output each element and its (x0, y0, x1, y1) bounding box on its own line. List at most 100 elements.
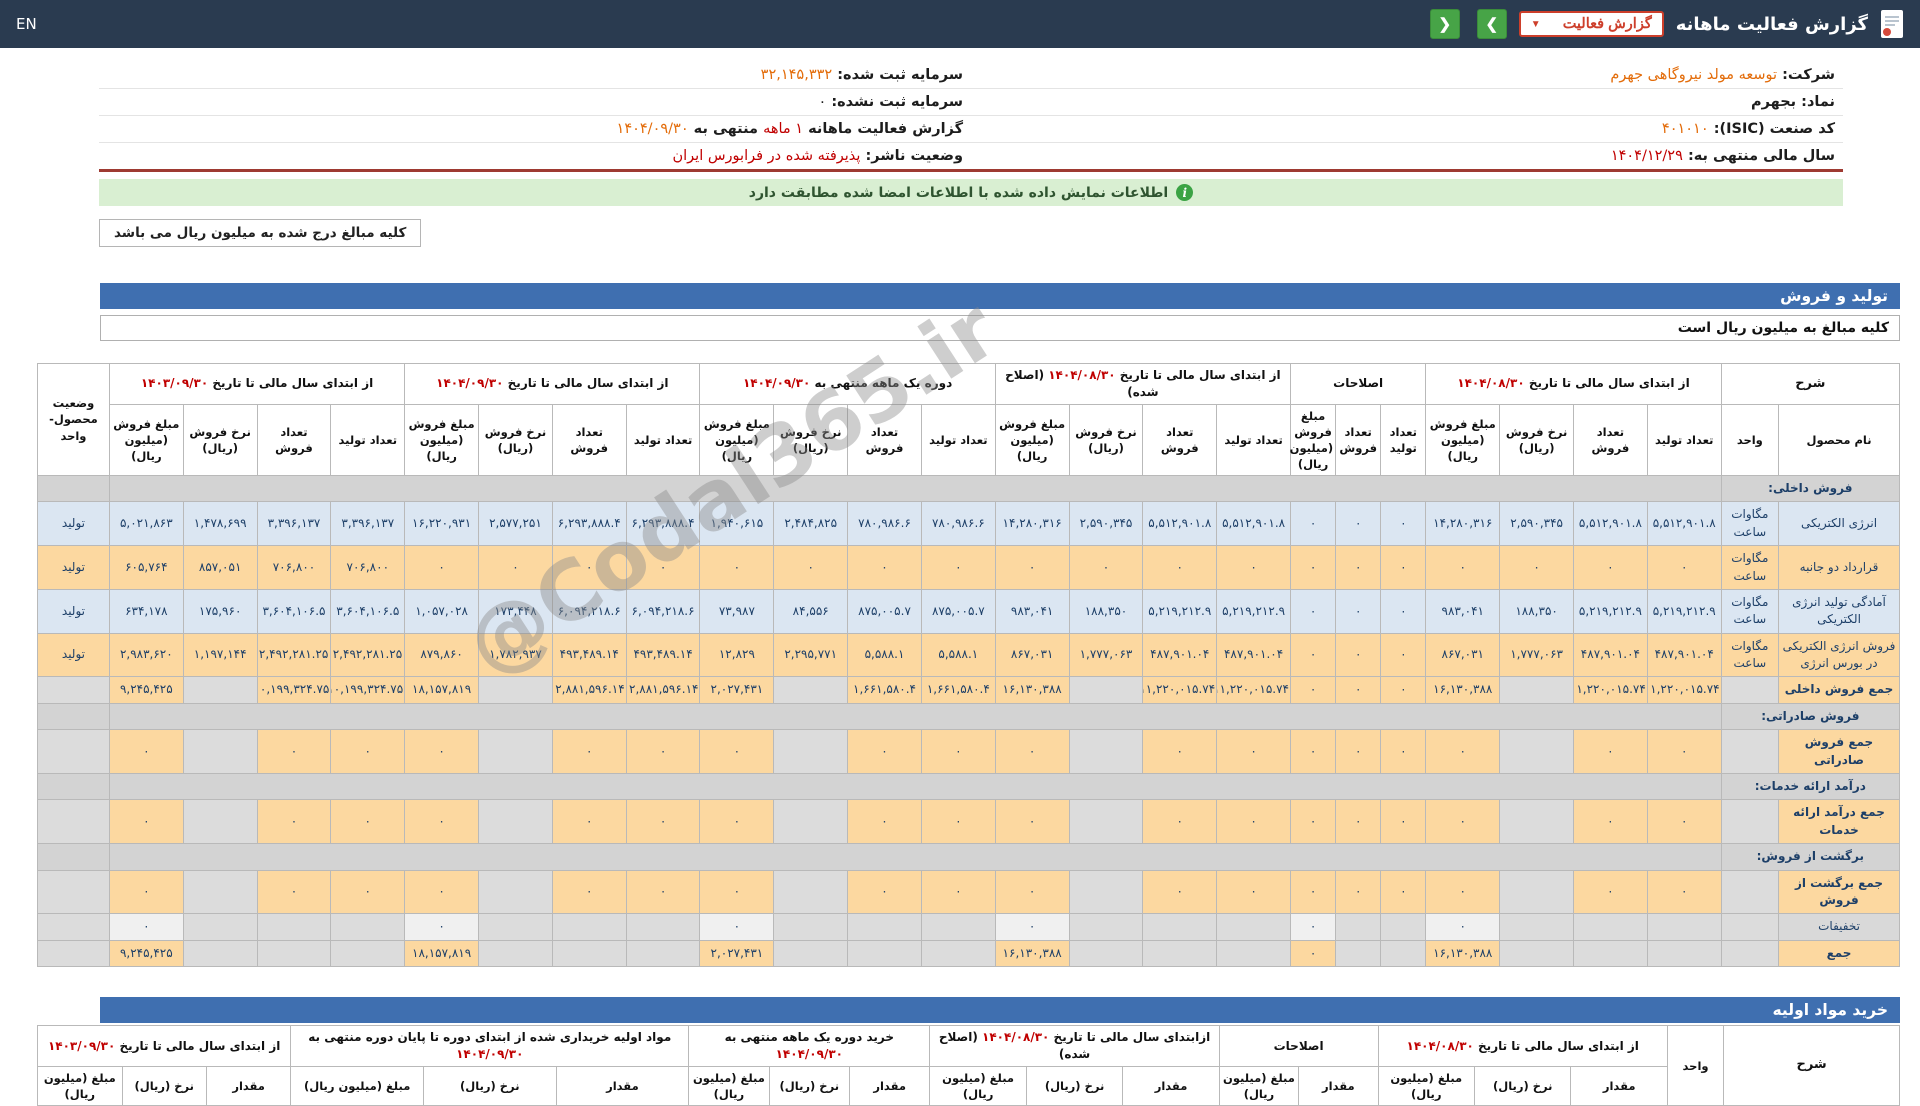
column-group-header: از ابتدای سال مالی تا تاریخ ۱۴۰۴/۰۸/۳۰ (… (994, 363, 1292, 405)
value-cell (256, 913, 332, 941)
info-value: بجهرم (1750, 94, 1797, 110)
value-cell: ۱۸,۱۵۷,۸۱۹ (404, 939, 480, 968)
value-cell: ۰ (108, 869, 184, 915)
value-cell: ۰ (551, 729, 627, 775)
info-cell: سال مالی منتهی به: ۱۴۰۴/۱۲/۲۹ (971, 143, 1843, 171)
product-name-header: نام محصول (1778, 403, 1900, 476)
section-label: فروش داخلی: (1720, 474, 1901, 503)
value-cell: ۰ (625, 545, 701, 590)
value-cell: ۰ (625, 799, 701, 845)
info-row: شرکت: توسعه مولد نیروگاهی جهرم سرمایه ثبت… (99, 62, 1843, 89)
value-cell: ۱,۷۸۲,۹۳۷ (478, 632, 553, 678)
value-cell (847, 939, 922, 968)
value-cell: ۵,۲۱۹,۲۱۲.۹ (1216, 588, 1291, 634)
sub-column-header: مبلغ (میلیون ریال) (1377, 1065, 1476, 1106)
value-cell: ۰ (330, 729, 406, 775)
info-value[interactable]: ۳۲,۱۴۵,۳۳۲ (761, 67, 833, 83)
unit-cell: مگاوات ساعت (1720, 501, 1780, 547)
info-label: منتهی به (688, 121, 764, 137)
section-fill (37, 773, 110, 801)
value-cell: ۰ (108, 729, 184, 775)
info-row: نماد: بجهرم سرمایه ثبت نشده: ۰ (99, 88, 1843, 116)
unit-cell: مگاوات ساعت (1720, 588, 1780, 634)
value-cell: ۹,۲۴۵,۴۲۵ (108, 676, 184, 704)
column-group-header: از ابتدای سال مالی تا تاریخ ۱۴۰۴/۰۸/۳۰ (1377, 1025, 1668, 1067)
report-type-dropdown[interactable]: گزارش فعالیت ▼ (1518, 11, 1664, 37)
value-cell: ۰ (1335, 729, 1382, 775)
unit-cell (1720, 729, 1780, 775)
product-status-cell: تولید (37, 501, 110, 547)
company-info-table: شرکت: توسعه مولد نیروگاهی جهرم سرمایه ثبت… (99, 62, 1843, 172)
value-cell (1499, 939, 1574, 968)
value-cell (1499, 676, 1574, 704)
info-value[interactable]: توسعه مولد نیروگاهی جهرم (1610, 67, 1777, 83)
value-cell: ۳,۶۰۴,۱۰۶.۵ (330, 588, 406, 634)
value-cell: ۸۶۷,۰۳۱ (1425, 632, 1501, 678)
sub-column-header: مقدار (205, 1065, 292, 1106)
report-icon (1880, 9, 1904, 39)
value-cell: ۵,۵۱۲,۹۰۱.۸ (1573, 501, 1648, 547)
sub-column-header: مبلغ فروش (میلیون ریال) (994, 403, 1070, 476)
signature-match-text: اطلاعات نمایش داده شده با اطلاعات امضا ش… (748, 184, 1169, 201)
value-cell: ۷۳,۹۸۷ (699, 588, 775, 634)
value-cell: ۰ (1573, 545, 1648, 590)
value-cell: ۰ (847, 799, 922, 845)
value-cell: ۰ (256, 799, 332, 845)
value-cell (1499, 799, 1574, 845)
value-cell: ۰ (1425, 545, 1501, 590)
unit-cell (1720, 799, 1780, 845)
product-name-cell: جمع (1778, 939, 1900, 968)
value-cell: ۰ (994, 545, 1070, 590)
value-cell: ۵,۵۱۲,۹۰۱.۸ (1216, 501, 1291, 547)
value-cell: ۱۲,۸۲۹ (699, 632, 775, 678)
table-row: جمع فروش داخلی ۱۱,۲۲۰,۰۱۵.۷۴ ۱۱,۲۲۰,۰۱۵.۷۴… (37, 676, 1900, 704)
value-cell: ۲,۴۹۲,۲۸۱.۲۵ (256, 632, 332, 678)
value-cell: ۶۳۴,۱۷۸ (108, 588, 184, 634)
value-cell (1068, 939, 1144, 968)
info-label: سال مالی منتهی به: (1682, 148, 1835, 164)
sub-column-header: نرخ فروش (ریال) (478, 403, 553, 476)
value-cell: ۲,۵۹۰,۳۴۵ (1499, 501, 1574, 547)
value-cell: ۰ (256, 729, 332, 775)
value-cell (920, 913, 996, 941)
value-cell (1573, 939, 1648, 968)
sub-column-header: تعداد فروش (551, 403, 627, 476)
prev-report-button[interactable]: ❮ (1429, 9, 1460, 39)
value-cell: ۸۶۷,۰۳۱ (994, 632, 1070, 678)
value-cell: ۵,۲۱۹,۲۱۲.۹ (1573, 588, 1648, 634)
info-label: نماد: (1796, 94, 1835, 110)
sub-column-header: تعداد تولید (1380, 403, 1427, 476)
value-cell: ۱۲,۸۸۱,۵۹۶.۱۴ (625, 676, 701, 704)
value-cell: ۰ (994, 869, 1070, 915)
info-value[interactable]: ۱۴۰۴/۰۹/۳۰ (617, 121, 689, 137)
next-report-button[interactable]: ❯ (1476, 9, 1507, 39)
info-icon: i (1176, 184, 1194, 201)
sub-column-header: تعداد تولید (1646, 403, 1722, 476)
unit-header: واحد (1720, 403, 1780, 476)
section-fill (37, 474, 110, 503)
value-cell: ۴۸۷,۹۰۱.۰۴ (1573, 632, 1648, 678)
sub-column-header: مبلغ (میلیون ریال) (1218, 1065, 1300, 1106)
table-row: جمع برگشت از فروش ۰ ۰ ۰ ۰ ۰ ۰ ۰ ۰ ۰ ۰ ۰ ۰ ۰ ۰ ۰ ۰ ۰ ۰ (37, 869, 1900, 915)
info-label: گزارش فعالیت ماهانه (803, 121, 963, 137)
desc-header: شرح (1723, 1025, 1900, 1106)
value-cell: ۰ (699, 799, 775, 845)
section-label: فروش صادراتی: (1720, 702, 1901, 731)
value-cell: ۰ (1289, 632, 1337, 678)
value-cell: ۵,۲۱۹,۲۱۲.۹ (1646, 588, 1722, 634)
language-toggle[interactable]: EN (16, 15, 37, 33)
value-cell: ۰ (699, 913, 775, 941)
value-cell: ۰ (1335, 799, 1382, 845)
value-cell: ۰ (994, 729, 1070, 775)
sub-column-header: نرخ (ریال) (121, 1065, 207, 1106)
value-cell: ۰ (551, 869, 627, 915)
sub-column-header: نرخ (ریال) (1025, 1065, 1124, 1106)
value-cell: ۱۸,۱۵۷,۸۱۹ (404, 676, 480, 704)
value-cell: ۰ (256, 869, 332, 915)
column-group-header: از ابتدای سال مالی تا تاریخ ۱۴۰۴/۰۹/۳۰ (404, 363, 701, 405)
value-cell (1499, 913, 1574, 941)
info-value[interactable]: ۴۰۱۰۱۰ (1662, 121, 1709, 137)
sub-column-header: تعداد تولید (1216, 403, 1291, 476)
value-cell: ۶,۲۹۳,۸۸۸.۴ (551, 501, 627, 547)
value-cell: ۱۶,۱۳۰,۳۸۸ (1425, 676, 1501, 704)
